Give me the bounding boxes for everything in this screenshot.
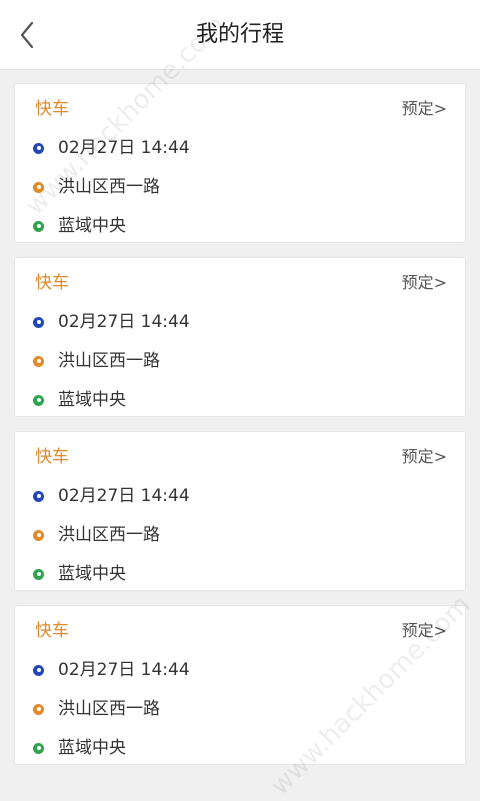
trip-destination-row: 蓝域中央: [33, 563, 126, 585]
trip-time: 02月27日 14:44: [58, 138, 190, 158]
destination-dot-icon: [33, 220, 44, 232]
trip-type-label: 快车: [35, 447, 69, 467]
trip-time: 02月27日 14:44: [58, 660, 190, 680]
trip-origin: 洪山区西一路: [58, 699, 160, 719]
trip-destination-row: 蓝域中央: [33, 737, 126, 759]
origin-dot-icon: [33, 355, 44, 367]
page-title: 我的行程: [195, 22, 284, 47]
trip-type-label: 快车: [35, 99, 69, 119]
trip-time-row: 02月27日 14:44: [33, 659, 190, 681]
trip-status-link[interactable]: 预定>: [402, 272, 447, 294]
trip-time-row: 02月27日 14:44: [33, 137, 190, 159]
trip-origin-row: 洪山区西一路: [33, 350, 160, 372]
origin-dot-icon: [33, 181, 44, 193]
origin-dot-icon: [33, 703, 44, 715]
trip-time: 02月27日 14:44: [58, 312, 190, 332]
trip-card[interactable]: 快车 预定> 02月27日 14:44 洪山区西一路 蓝域中央: [14, 257, 466, 417]
trip-origin-row: 洪山区西一路: [33, 698, 160, 720]
trip-status-link[interactable]: 预定>: [402, 98, 447, 120]
trip-time: 02月27日 14:44: [58, 486, 190, 506]
trip-card[interactable]: 快车 预定> 02月27日 14:44 洪山区西一路 蓝域中央: [14, 83, 466, 243]
trip-destination: 蓝域中央: [58, 738, 126, 758]
trip-destination-row: 蓝域中央: [33, 389, 126, 411]
trip-origin-row: 洪山区西一路: [33, 176, 160, 198]
time-dot-icon: [33, 664, 44, 676]
trip-origin-row: 洪山区西一路: [33, 524, 160, 546]
destination-dot-icon: [33, 568, 44, 580]
destination-dot-icon: [33, 394, 44, 406]
trip-origin: 洪山区西一路: [58, 177, 160, 197]
trip-status-link[interactable]: 预定>: [402, 446, 447, 468]
time-dot-icon: [33, 142, 44, 154]
trip-time-row: 02月27日 14:44: [33, 311, 190, 333]
trip-card[interactable]: 快车 预定> 02月27日 14:44 洪山区西一路 蓝域中央: [14, 605, 466, 765]
destination-dot-icon: [33, 742, 44, 754]
time-dot-icon: [33, 316, 44, 328]
trip-origin: 洪山区西一路: [58, 525, 160, 545]
trip-list: 快车 预定> 02月27日 14:44 洪山区西一路 蓝域中央 快车 预定> 0…: [14, 83, 466, 779]
time-dot-icon: [33, 490, 44, 502]
trip-type-label: 快车: [35, 621, 69, 641]
trip-time-row: 02月27日 14:44: [33, 485, 190, 507]
trip-type-label: 快车: [35, 273, 69, 293]
trip-status-link[interactable]: 预定>: [402, 620, 447, 642]
trip-card[interactable]: 快车 预定> 02月27日 14:44 洪山区西一路 蓝域中央: [14, 431, 466, 591]
trip-destination: 蓝域中央: [58, 216, 126, 236]
trip-origin: 洪山区西一路: [58, 351, 160, 371]
trip-destination-row: 蓝域中央: [33, 215, 126, 237]
origin-dot-icon: [33, 529, 44, 541]
trip-destination: 蓝域中央: [58, 564, 126, 584]
trip-destination: 蓝域中央: [58, 390, 126, 410]
app-header: 我的行程: [0, 0, 480, 70]
